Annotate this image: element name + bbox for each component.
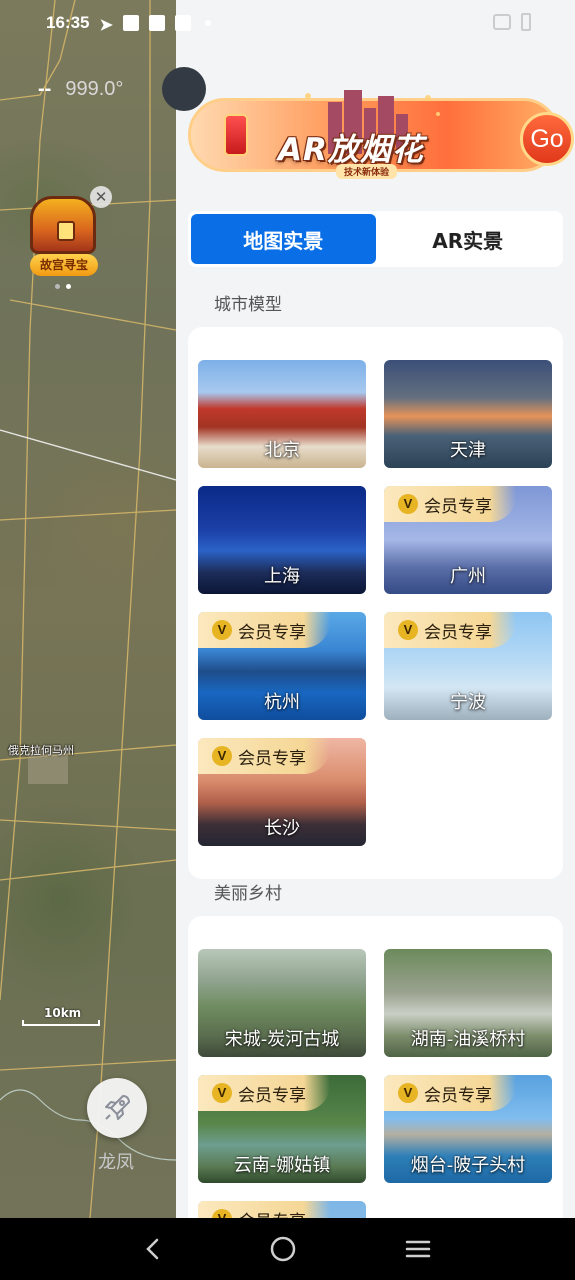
city-models-card: 北京 天津 上海 V 会员专享 广州 V 会员专享 杭州 V 会员专享 宁波 V 会员专… <box>188 327 563 879</box>
system-nav-bar <box>0 1218 575 1280</box>
tile-label: 长沙 <box>264 818 300 839</box>
tile-label: 宁波 <box>450 692 486 713</box>
battery-icon <box>521 13 531 31</box>
scene-panel: AR放烟花 技术新体验 Go 地图实景 AR实景 城市模型 北京 天津 上海 V… <box>176 0 575 1218</box>
status-bar: 16:35 ➤ <box>0 0 575 46</box>
treasure-label: 故宫寻宝 <box>30 254 98 276</box>
treasure-chest-icon <box>30 196 96 254</box>
vip-icon: V <box>398 1083 418 1103</box>
tile-label: 天津 <box>450 440 486 461</box>
vip-label: 会员专享 <box>238 748 306 769</box>
scene-tile-songcheng[interactable]: 宋城-炭河古城 <box>198 949 366 1057</box>
vibrate-icon <box>493 14 511 30</box>
treasure-hunt-widget[interactable]: 故宫寻宝 ✕ <box>24 186 112 280</box>
city-models-grid: 北京 天津 上海 V 会员专享 广州 V 会员专享 杭州 V 会员专享 宁波 V 会员专… <box>198 360 553 846</box>
section-title-beautiful-villages: 美丽乡村 <box>214 884 282 904</box>
tile-label: 湖南-油溪桥村 <box>410 1029 526 1050</box>
scene-tile-beizitou[interactable]: V 会员专享 烟台-陂子头村 <box>384 1075 552 1183</box>
status-time: 16:35 <box>46 13 90 32</box>
tile-label: 广州 <box>450 566 486 587</box>
vip-badge: V 会员专享 <box>384 486 516 522</box>
scene-tile-shanghai[interactable]: 上海 <box>198 486 366 594</box>
notification-dot-icon <box>204 20 211 26</box>
vip-label: 会员专享 <box>424 622 492 643</box>
view-tabs: 地图实景 AR实景 <box>188 211 563 267</box>
close-icon[interactable]: ✕ <box>90 186 112 208</box>
go-button[interactable]: Go <box>520 112 574 166</box>
map-place-label: 俄克拉何马州 <box>8 744 74 757</box>
back-icon[interactable] <box>143 1237 163 1261</box>
firework-can-icon <box>224 114 248 156</box>
mail-icon <box>122 15 139 31</box>
heading-readout: -- 999.0° <box>38 78 123 101</box>
vip-icon: V <box>212 1209 232 1218</box>
tile-label: 上海 <box>264 566 300 587</box>
scene-tile-hangzhou[interactable]: V 会员专享 杭州 <box>198 612 366 720</box>
vip-badge: V 会员专享 <box>384 612 516 648</box>
vip-icon: V <box>398 494 418 514</box>
vip-badge: V 会员专享 <box>198 1075 330 1111</box>
image-icon <box>174 15 191 31</box>
compass-button[interactable] <box>162 67 206 111</box>
scene-tile-changsha[interactable]: V 会员专享 长沙 <box>198 738 366 846</box>
tab-ar-scene[interactable]: AR实景 <box>376 214 561 264</box>
heading-dashes: -- <box>38 78 52 100</box>
rocket-icon <box>105 1095 130 1120</box>
vip-label: 会员专享 <box>238 622 306 643</box>
ar-fireworks-banner[interactable]: AR放烟花 技术新体验 Go <box>188 84 574 184</box>
section-title-city-models: 城市模型 <box>214 295 282 315</box>
carousel-dots <box>55 284 71 289</box>
banner-subtitle: 技术新体验 <box>336 164 398 179</box>
heading-degrees: 999.0° <box>65 78 124 100</box>
home-icon[interactable] <box>269 1235 297 1263</box>
scene-tile-youxiqiao[interactable]: 湖南-油溪桥村 <box>384 949 552 1057</box>
tile-label: 北京 <box>264 440 300 461</box>
vip-badge: V 会员专享 <box>198 1201 330 1218</box>
scene-tile-partial[interactable]: V 会员专享 <box>198 1201 366 1218</box>
vip-icon: V <box>212 620 232 640</box>
banner-title: AR放烟花 <box>278 132 424 168</box>
recents-menu-icon[interactable] <box>404 1237 432 1261</box>
vip-badge: V 会员专享 <box>384 1075 516 1111</box>
mail-icon-2 <box>148 15 165 31</box>
vip-label: 会员专享 <box>424 496 492 517</box>
vip-icon: V <box>398 620 418 640</box>
scene-tile-naguzhen[interactable]: V 会员专享 云南-娜姑镇 <box>198 1075 366 1183</box>
scene-tile-guangzhou[interactable]: V 会员专享 广州 <box>384 486 552 594</box>
vip-icon: V <box>212 1083 232 1103</box>
vip-badge: V 会员专享 <box>198 738 330 774</box>
vip-label: 会员专享 <box>238 1085 306 1106</box>
tile-label: 宋城-炭河古城 <box>224 1029 340 1050</box>
tile-label: 杭州 <box>264 692 300 713</box>
beautiful-villages-card: 宋城-炭河古城 湖南-油溪桥村 V 会员专享 云南-娜姑镇 V 会员专享 烟台-陂子… <box>188 916 563 1218</box>
satellite-map[interactable]: -- 999.0° 故宫寻宝 ✕ 俄克拉何马州 10km 龙凤 <box>0 0 176 1218</box>
scene-tile-ningbo[interactable]: V 会员专享 宁波 <box>384 612 552 720</box>
scale-label: 10km <box>44 1006 82 1020</box>
tile-label: 烟台-陂子头村 <box>410 1155 526 1176</box>
vip-label: 会员专享 <box>238 1207 306 1219</box>
villages-grid: 宋城-炭河古城 湖南-油溪桥村 V 会员专享 云南-娜姑镇 V 会员专享 烟台-陂子… <box>198 949 553 1218</box>
tile-label: 云南-娜姑镇 <box>233 1155 331 1176</box>
scale-bar: 10km <box>22 1006 102 1026</box>
tab-map-scene[interactable]: 地图实景 <box>191 214 376 264</box>
map-bottom-label: 龙凤 <box>98 1152 134 1173</box>
map-roads <box>0 0 176 1218</box>
telegram-icon: ➤ <box>99 17 113 34</box>
rocket-button[interactable] <box>87 1078 147 1138</box>
vip-icon: V <box>212 746 232 766</box>
scene-tile-tianjin[interactable]: 天津 <box>384 360 552 468</box>
vip-label: 会员专享 <box>424 1085 492 1106</box>
vip-badge: V 会员专享 <box>198 612 330 648</box>
scene-tile-beijing[interactable]: 北京 <box>198 360 366 468</box>
